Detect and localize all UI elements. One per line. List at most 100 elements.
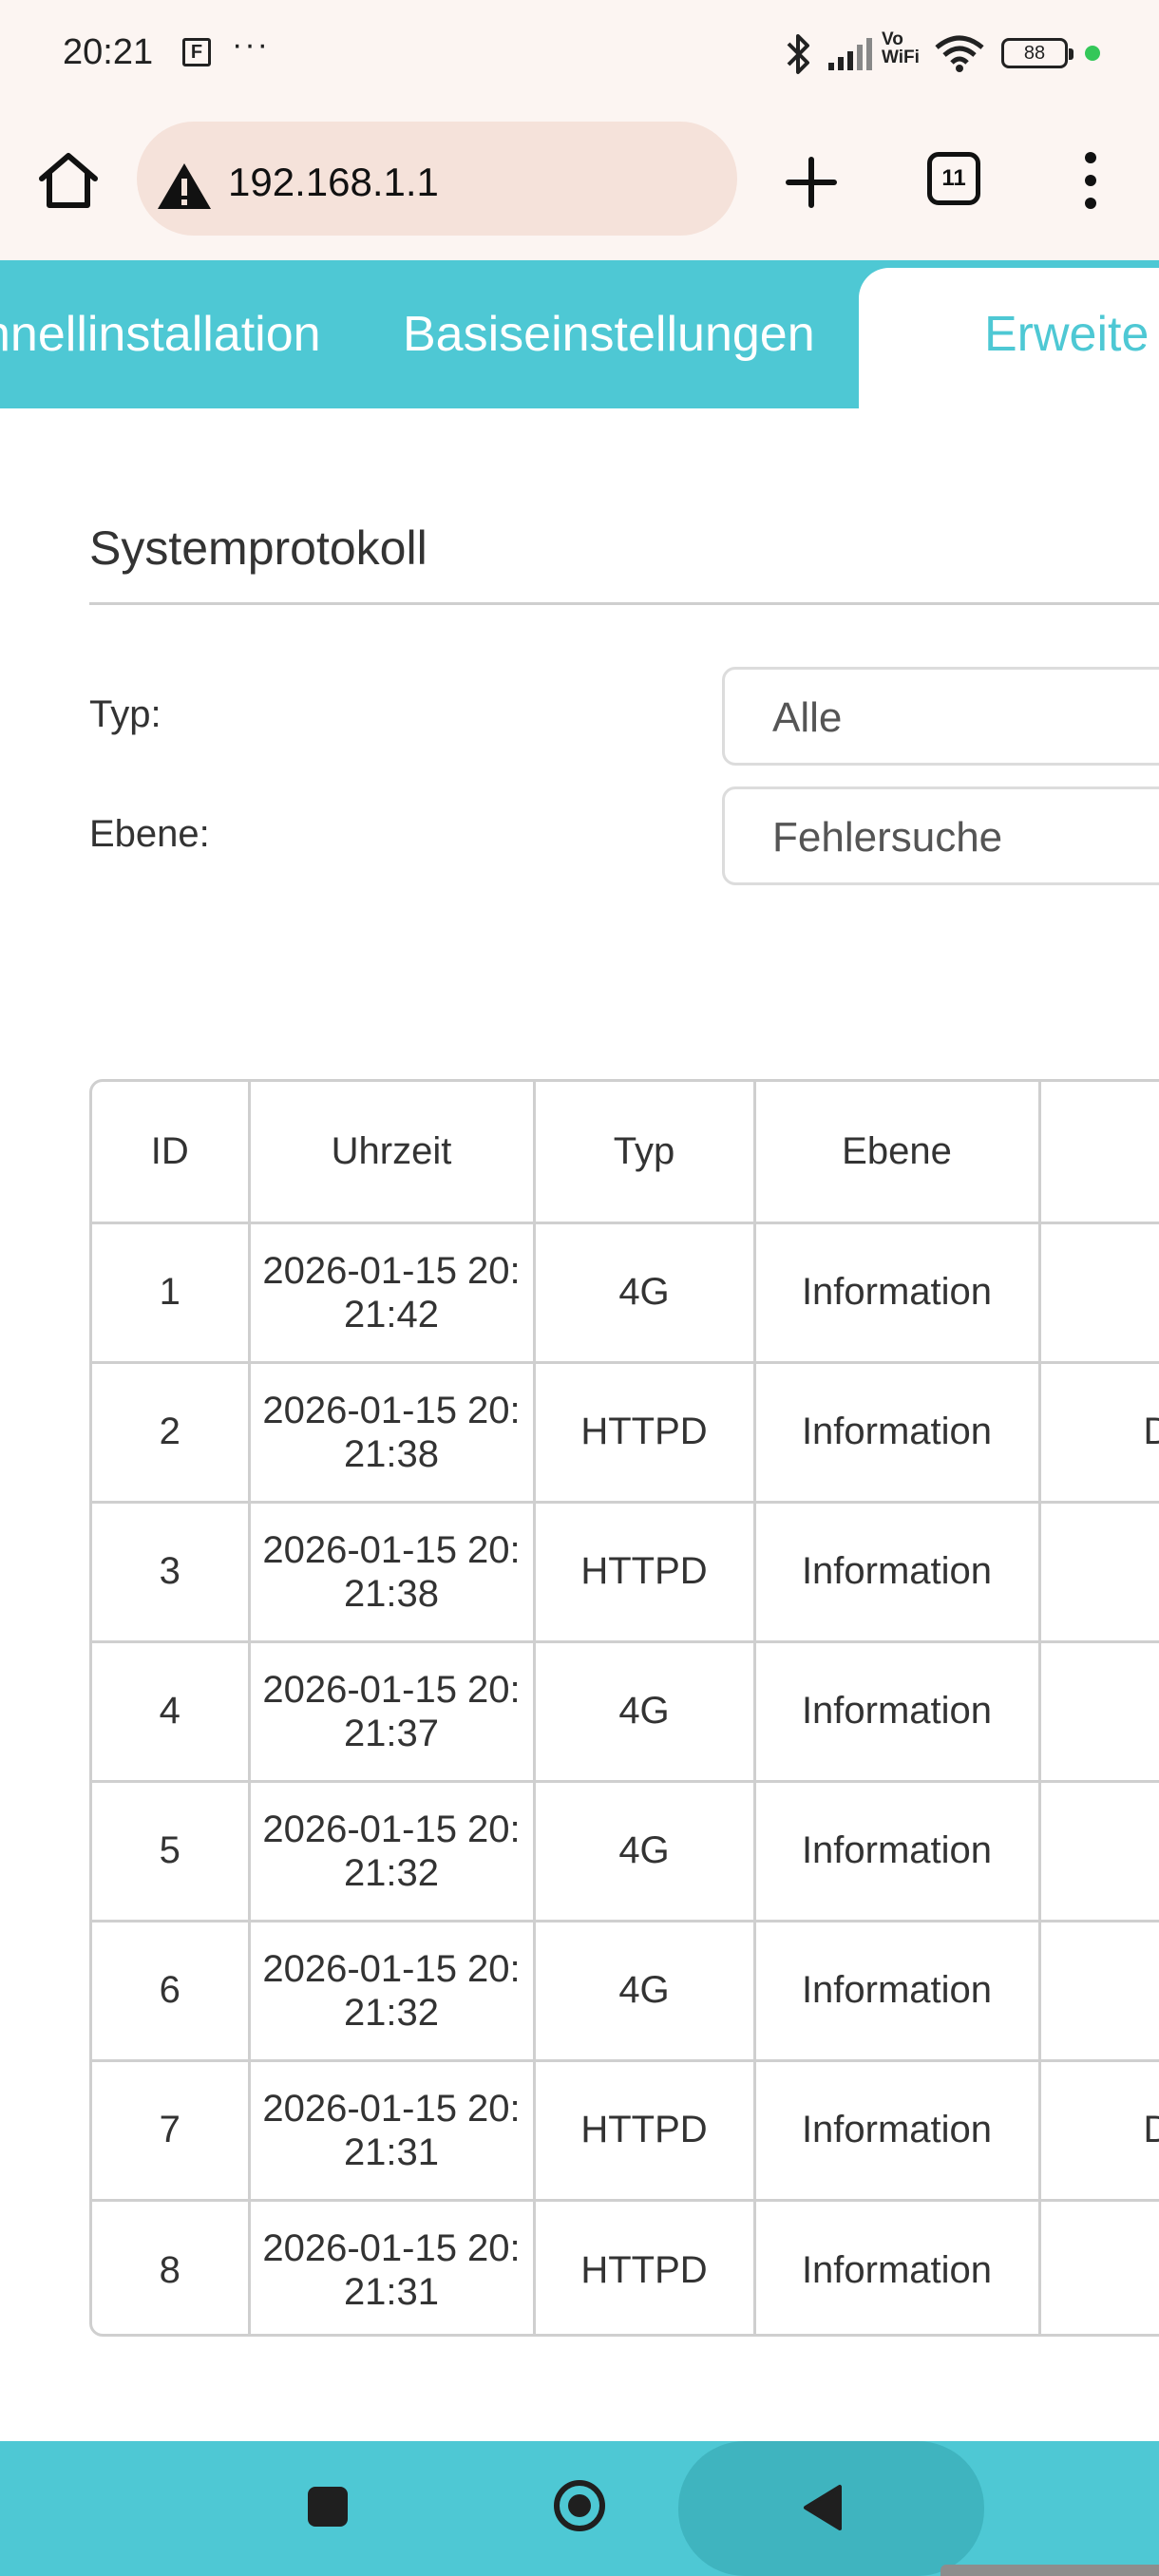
signal-icon bbox=[828, 38, 872, 70]
cell-time: 2026-01-15 20: 21:37 bbox=[247, 1639, 536, 1783]
type-select-value: Alle bbox=[772, 694, 843, 741]
cell-time-clock: 21:42 bbox=[343, 1293, 440, 1335]
cell-time-clock: 21:31 bbox=[343, 2271, 440, 2314]
cell-content: D bbox=[1037, 1360, 1159, 1504]
cell-time-clock: 21:37 bbox=[343, 1712, 440, 1754]
home-icon[interactable] bbox=[34, 146, 103, 215]
cell-level: Information bbox=[752, 1360, 1041, 1504]
cell-content bbox=[1037, 2198, 1159, 2334]
cell-type: HTTPD bbox=[532, 2198, 756, 2334]
cell-id: 4 bbox=[92, 1639, 251, 1783]
cell-type: 4G bbox=[532, 1919, 756, 2062]
cell-level: Information bbox=[752, 2198, 1041, 2334]
cell-content bbox=[1037, 1779, 1159, 1923]
tabs-icon[interactable]: 11 bbox=[927, 152, 980, 205]
table-row: 4 2026-01-15 20: 21:37 4G Information bbox=[92, 1639, 1159, 1783]
cell-time: 2026-01-15 20: 21:31 bbox=[247, 2198, 536, 2334]
table-row: 8 2026-01-15 20: 21:31 HTTPD Information bbox=[92, 2198, 1159, 2334]
header-id: ID bbox=[92, 1082, 251, 1224]
table-row: 72026-01-15 20:21:31HTTPDInformationD bbox=[92, 2058, 1159, 2202]
tab-basic-settings[interactable]: Basiseinstellungen bbox=[403, 306, 815, 363]
cell-content: D bbox=[1037, 2058, 1159, 2202]
table-row: 22026-01-15 20:21:38HTTPDInformationD bbox=[92, 1360, 1159, 1504]
table-row: 6 2026-01-15 20: 21:32 4G Information bbox=[92, 1919, 1159, 2062]
cell-type: HTTPD bbox=[532, 1360, 756, 1504]
cell-time-date: 2026-01-15 20: bbox=[262, 1528, 521, 1571]
table-row: 1 2026-01-15 20: 21:42 4G Information bbox=[92, 1221, 1159, 1364]
log-table: ID Uhrzeit Typ Ebene 1 2026-01-15 20: 21:4… bbox=[89, 1079, 1159, 2337]
cell-id: 3 bbox=[92, 1500, 251, 1643]
home-circle-icon[interactable] bbox=[551, 2477, 608, 2534]
cell-type: 4G bbox=[532, 1639, 756, 1783]
cell-time: 2026-01-15 20: 21:32 bbox=[247, 1919, 536, 2062]
type-select[interactable]: Alle bbox=[722, 667, 1159, 766]
cell-level: Information bbox=[752, 1221, 1041, 1364]
cell-time-clock: 21:32 bbox=[343, 1991, 440, 2034]
wifi-icon bbox=[935, 35, 984, 72]
header-type: Typ bbox=[532, 1082, 756, 1224]
header-time: Uhrzeit bbox=[247, 1082, 536, 1224]
address-bar[interactable]: 192.168.1.1 bbox=[137, 122, 737, 236]
cell-content bbox=[1037, 1639, 1159, 1783]
level-label: Ebene: bbox=[89, 813, 210, 855]
cell-time-date: 2026-01-15 20: bbox=[262, 1808, 521, 1850]
cell-level: Information bbox=[752, 2058, 1041, 2202]
cell-level: Information bbox=[752, 1639, 1041, 1783]
recents-square-icon[interactable] bbox=[308, 2487, 348, 2527]
cell-content bbox=[1037, 1221, 1159, 1364]
cell-content bbox=[1037, 1919, 1159, 2062]
table-row: 5 2026-01-15 20: 21:32 4G Information bbox=[92, 1779, 1159, 1923]
bluetooth-icon bbox=[787, 34, 809, 74]
menu-icon[interactable] bbox=[1072, 146, 1110, 215]
tab-advanced[interactable]: Erweite bbox=[984, 306, 1149, 363]
cell-time-date: 2026-01-15 20: bbox=[262, 1668, 521, 1711]
header-level: Ebene bbox=[752, 1082, 1041, 1224]
cell-type: HTTPD bbox=[532, 1500, 756, 1643]
cell-time: 2026-01-15 20: 21:42 bbox=[247, 1221, 536, 1364]
status-time: 20:21 bbox=[63, 32, 154, 72]
back-triangle-icon bbox=[804, 2485, 842, 2530]
plus-icon[interactable] bbox=[781, 152, 842, 213]
cell-time-clock: 21:38 bbox=[343, 1432, 440, 1475]
battery-icon: 88 bbox=[1001, 38, 1074, 68]
cell-level: Information bbox=[752, 1919, 1041, 2062]
cell-type: 4G bbox=[532, 1779, 756, 1923]
dot-indicator bbox=[1085, 46, 1100, 61]
level-select[interactable]: Fehlersuche bbox=[722, 786, 1159, 885]
cell-id: 6 bbox=[92, 1919, 251, 2062]
cell-content bbox=[1037, 1500, 1159, 1643]
cell-id: 1 bbox=[92, 1221, 251, 1364]
cell-time-date: 2026-01-15 20: bbox=[262, 1947, 521, 1990]
tab-quick-setup[interactable]: hnellinstallation bbox=[0, 306, 321, 363]
warning-icon[interactable] bbox=[156, 161, 213, 211]
more-notifications-icon: ··· bbox=[232, 27, 270, 63]
cell-id: 5 bbox=[92, 1779, 251, 1923]
router-nav: hnellinstallation Basiseinstellungen Erw… bbox=[0, 260, 1159, 408]
gesture-handle bbox=[940, 2565, 1159, 2576]
back-button[interactable] bbox=[678, 2441, 984, 2576]
f-badge-icon: F bbox=[182, 38, 211, 66]
cell-time-clock: 21:32 bbox=[343, 1851, 440, 1894]
url-text[interactable]: 192.168.1.1 bbox=[228, 160, 439, 205]
cell-time-date: 2026-01-15 20: bbox=[262, 2087, 521, 2130]
cell-type: HTTPD bbox=[532, 2058, 756, 2202]
page-title: Systemprotokoll bbox=[89, 521, 428, 575]
table-row: 3 2026-01-15 20: 21:38 HTTPD Information bbox=[92, 1500, 1159, 1643]
cell-id: 2 bbox=[92, 1360, 251, 1504]
cell-time-date: 2026-01-15 20: bbox=[262, 1249, 521, 1292]
vowifi-icon: Vo WiFi bbox=[882, 29, 920, 67]
browser-toolbar: 192.168.1.1 11 bbox=[0, 106, 1159, 260]
cell-level: Information bbox=[752, 1779, 1041, 1923]
cell-time-clock: 21:38 bbox=[343, 1572, 440, 1615]
cell-time: 2026-01-15 20: 21:31 bbox=[247, 2058, 536, 2202]
system-nav-bar bbox=[0, 2441, 1159, 2576]
title-divider bbox=[89, 602, 1159, 605]
cell-id: 7 bbox=[92, 2058, 251, 2202]
cell-time-date: 2026-01-15 20: bbox=[262, 1389, 521, 1431]
cell-level: Information bbox=[752, 1500, 1041, 1643]
cell-time-date: 2026-01-15 20: bbox=[262, 2227, 521, 2270]
cell-time: 2026-01-15 20: 21:38 bbox=[247, 1360, 536, 1504]
level-select-value: Fehlersuche bbox=[772, 814, 1003, 861]
header-content bbox=[1037, 1082, 1159, 1224]
type-label: Typ: bbox=[89, 693, 162, 735]
